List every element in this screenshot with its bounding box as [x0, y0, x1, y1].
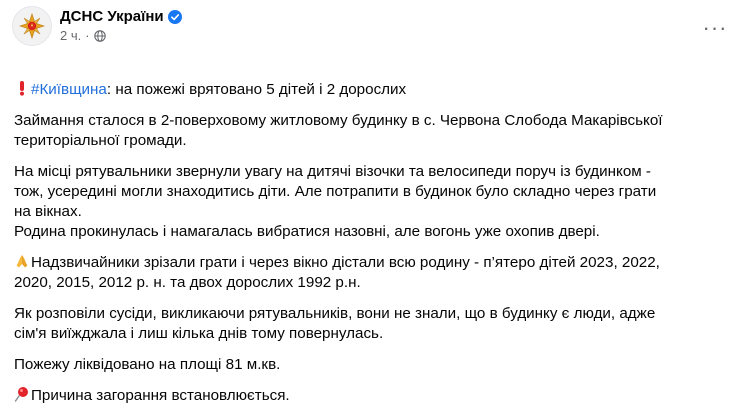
page-name-link[interactable]: ДСНС України	[60, 7, 164, 27]
facebook-post: ДСНС України 2 ч. · ··· #Київщина: на по…	[0, 0, 743, 407]
dsns-emblem-icon	[19, 13, 45, 39]
round-pushpin-emoji-icon	[14, 387, 28, 402]
rescue-text: Надзвичайники зрізали грати і через вікн…	[14, 254, 660, 291]
post-timestamp[interactable]: 2 ч.	[60, 27, 81, 45]
post-body: #Київщина: на пожежі врятовано 5 дітей і…	[14, 60, 732, 417]
verified-badge-icon	[167, 10, 182, 24]
post-paragraph: На місці рятувальники звернули увагу на …	[14, 163, 657, 240]
globe-icon	[93, 30, 106, 42]
separator-dot: ·	[85, 28, 90, 43]
post-paragraph: Пожежу ліквідовано на площі 81 м.кв.	[14, 356, 281, 373]
post-paragraph: Як розповіли сусіди, викликаючи рятуваль…	[14, 305, 656, 342]
more-options-button[interactable]: ···	[697, 10, 733, 46]
exclamation-emoji-icon	[20, 81, 24, 96]
post-header: ДСНС України 2 ч. ·	[12, 6, 182, 46]
post-meta: ДСНС України 2 ч. ·	[60, 7, 182, 45]
post-headline: #Київщина: на пожежі врятовано 5 дітей і…	[14, 60, 732, 100]
post-paragraph-cause: Причина загорання встановлюється.	[14, 386, 732, 406]
page-avatar[interactable]	[12, 6, 52, 46]
folded-hands-emoji-icon	[16, 255, 28, 268]
headline-text: : на пожежі врятовано 5 дітей і 2 доросл…	[106, 81, 407, 98]
hashtag-link[interactable]: #Київщина	[31, 81, 107, 98]
cause-text: Причина загорання встановлюється.	[31, 387, 290, 404]
post-paragraph: Займання сталося в 2-поверховому житлово…	[14, 112, 663, 149]
post-paragraph-rescue: Надзвичайники зрізали грати і через вікн…	[14, 253, 732, 293]
